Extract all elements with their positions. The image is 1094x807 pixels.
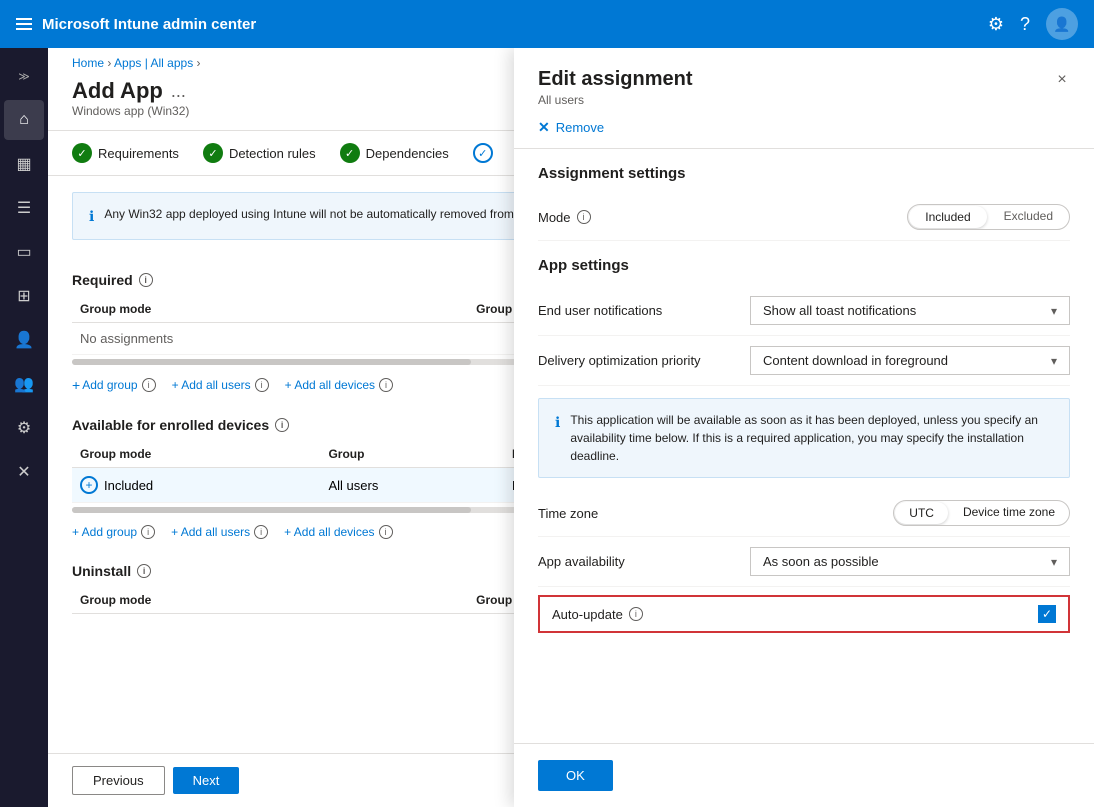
app-settings-title: App settings [538,241,1070,286]
add-all-devices-req[interactable]: + Add all devices i [285,377,393,393]
step-detection-rules: ✓ Detection rules [203,143,316,163]
sidebar-item-settings[interactable]: ⚙ [4,408,44,448]
step-check-dependencies: ✓ [340,143,360,163]
tz-utc[interactable]: UTC [895,502,948,524]
autoupdate-info-icon[interactable]: i [629,607,643,621]
availability-chevron-icon: ▾ [1051,555,1057,569]
col-group-avail: Group [320,441,504,468]
uninstall-info-icon[interactable]: i [137,564,151,578]
remove-x-icon: ✕ [538,119,550,136]
sidebar-item-users[interactable]: 👤 [4,320,44,360]
required-info-icon[interactable]: i [139,273,153,287]
delivery-chevron-icon: ▾ [1051,354,1057,368]
panel-body: Assignment settings Mode i Included Excl… [514,149,1094,743]
panel-title: Edit assignment [538,68,1070,91]
sidebar: ≫ ⌂ ▦ ☰ ▭ ⊞ 👤 👥 ⚙ ✕ [0,48,48,807]
step-dependencies: ✓ Dependencies [340,143,449,163]
autoupdate-checkbox[interactable]: ✓ [1038,605,1056,623]
breadcrumb-home[interactable]: Home [72,56,104,70]
add-all-devices-req-info[interactable]: i [379,378,393,392]
availability-info-icon: ℹ [555,412,560,465]
menu-icon[interactable] [16,18,32,30]
delivery-label: Delivery optimization priority [538,353,701,368]
add-all-devices-avail-info[interactable]: i [379,525,393,539]
sidebar-item-home[interactable]: ⌂ [4,100,44,140]
breadcrumb-apps[interactable]: Apps | All apps [114,56,193,70]
sidebar-item-grid[interactable]: ⊞ [4,276,44,316]
top-bar: Microsoft Intune admin center ⚙ ? 👤 [0,0,1094,48]
timezone-setting-row: Time zone UTC Device time zone [538,490,1070,537]
panel-subtitle: All users [538,93,1070,107]
notifications-setting-row: End user notifications Show all toast no… [538,286,1070,336]
ok-button[interactable]: OK [538,760,613,791]
assignment-settings-title: Assignment settings [538,149,1070,194]
availability-dropdown[interactable]: As soon as possible ▾ [750,547,1070,576]
add-all-users-avail-info[interactable]: i [254,525,268,539]
included-circle-icon: + [80,476,98,494]
notifications-chevron-icon: ▾ [1051,304,1057,318]
delivery-dropdown[interactable]: Content download in foreground ▾ [750,346,1070,375]
step-check-requirements: ✓ [72,143,92,163]
add-all-users-req[interactable]: + Add all users i [172,377,269,393]
add-all-users-req-info[interactable]: i [255,378,269,392]
notifications-dropdown[interactable]: Show all toast notifications ▾ [750,296,1070,325]
notifications-label: End user notifications [538,303,662,318]
autoupdate-label: Auto-update i [552,607,643,622]
mode-info-icon[interactable]: i [577,210,591,224]
mode-setting-row: Mode i Included Excluded [538,194,1070,241]
app-title: Microsoft Intune admin center [42,16,256,33]
mode-label: Mode i [538,210,591,225]
no-assignments-req: No assignments [80,323,173,354]
add-group-req-info[interactable]: i [142,378,156,392]
settings-icon[interactable]: ⚙ [988,14,1004,35]
sidebar-item-groups[interactable]: 👥 [4,364,44,404]
available-info-icon[interactable]: i [275,418,289,432]
step-check-detection: ✓ [203,143,223,163]
mode-excluded[interactable]: Excluded [988,205,1069,229]
avatar[interactable]: 👤 [1046,8,1078,40]
col-group-mode-avail: Group mode [72,441,320,468]
col-group-mode-uninst: Group mode [72,587,468,614]
sidebar-item-tools[interactable]: ✕ [4,452,44,492]
sidebar-item-list[interactable]: ☰ [4,188,44,228]
help-icon[interactable]: ? [1020,14,1030,35]
tz-device[interactable]: Device time zone [949,501,1069,525]
sidebar-item-devices[interactable]: ▭ [4,232,44,272]
edit-assignment-panel: Edit assignment All users × ✕ Remove Ass… [514,48,1094,807]
page-title: Add App [72,78,163,104]
page-subtitle: Windows app (Win32) [72,104,189,118]
panel-close-button[interactable]: × [1046,64,1078,96]
delivery-setting-row: Delivery optimization priority Content d… [538,336,1070,386]
timezone-label: Time zone [538,506,598,521]
sidebar-item-expand[interactable]: ≫ [4,56,44,96]
previous-button[interactable]: Previous [72,766,165,795]
availability-setting-row: App availability As soon as possible ▾ [538,537,1070,587]
add-all-devices-avail[interactable]: + Add all devices i [284,525,392,539]
col-group-mode-req: Group mode [72,296,468,323]
timezone-toggle[interactable]: UTC Device time zone [893,500,1070,526]
sidebar-item-dashboard[interactable]: ▦ [4,144,44,184]
add-group-avail[interactable]: + Add group i [72,525,155,539]
step-requirements: ✓ Requirements [72,143,179,163]
mode-toggle[interactable]: Included Excluded [907,204,1070,230]
step-current-indicator: ✓ [473,143,493,163]
availability-label: App availability [538,554,625,569]
remove-button[interactable]: ✕ Remove [514,107,1094,149]
add-group-avail-info[interactable]: i [141,525,155,539]
page-more-options[interactable]: ... [171,81,186,102]
included-badge: + Included [80,476,312,494]
add-all-users-avail[interactable]: + Add all users i [171,525,268,539]
info-banner-icon: ℹ [89,206,94,227]
autoupdate-row: Auto-update i ✓ [538,595,1070,633]
next-button[interactable]: Next [173,767,240,794]
panel-footer: OK [514,743,1094,807]
mode-included[interactable]: Included [909,206,986,228]
panel-header: Edit assignment All users × [514,48,1094,107]
availability-info-box: ℹ This application will be available as … [538,398,1070,478]
add-group-req[interactable]: + Add group i [72,377,156,393]
